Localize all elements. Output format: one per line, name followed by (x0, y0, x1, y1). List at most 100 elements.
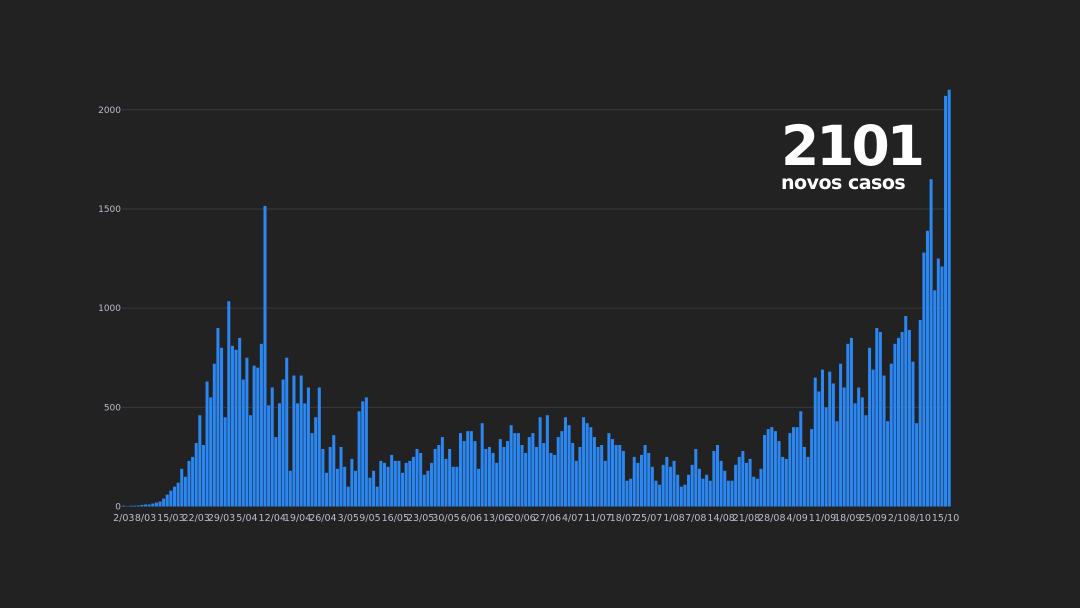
bar (831, 383, 835, 507)
x-tick-label: 7/08 (685, 513, 706, 524)
bar (292, 375, 296, 507)
y-tick-label: 1500 (98, 205, 121, 215)
x-tick-label: 18/07 (610, 513, 637, 524)
bar (444, 458, 448, 507)
bar (516, 433, 520, 507)
bar (433, 448, 437, 507)
bar (238, 337, 242, 507)
bar (553, 454, 557, 507)
bar (679, 486, 683, 507)
bar (285, 357, 289, 507)
bar (194, 443, 198, 507)
bar (397, 460, 401, 507)
bar (828, 371, 832, 507)
x-tick-label: 13/06 (483, 513, 510, 524)
bar (430, 462, 434, 507)
bar (694, 448, 698, 507)
bar (502, 446, 506, 507)
bar (607, 433, 611, 507)
bar (705, 474, 709, 507)
bar (234, 349, 238, 507)
x-tick-label: 2/10 (888, 513, 909, 524)
bar (690, 464, 694, 507)
x-tick-label: 28/08 (758, 513, 785, 524)
bar (353, 470, 358, 507)
bar (451, 466, 455, 507)
bar (647, 452, 651, 507)
bar (726, 480, 730, 507)
bar (868, 347, 872, 507)
bar (687, 474, 691, 507)
x-tick-label: 21/08 (733, 513, 760, 524)
bar (165, 494, 169, 507)
bar (458, 433, 462, 507)
bar (925, 230, 929, 507)
x-tick-label: 16/05 (382, 513, 409, 524)
bar (386, 466, 390, 507)
bar (172, 486, 177, 507)
x-tick-label: 20/06 (508, 513, 535, 524)
y-tick-label: 0 (115, 503, 121, 513)
bar (144, 504, 148, 507)
bar (773, 431, 777, 507)
bar (813, 377, 817, 507)
x-tick-label: 15/10 (932, 513, 959, 524)
latest-cases-callout: 2101 novos casos (781, 116, 925, 194)
x-tick-label: 11/07 (584, 513, 611, 524)
bar (256, 367, 260, 507)
bar (198, 415, 202, 507)
bar (346, 486, 350, 507)
bar (918, 320, 922, 507)
bar (596, 446, 600, 507)
bar (335, 468, 339, 507)
bar (357, 411, 361, 507)
x-tick-label: 3/05 (338, 513, 359, 524)
bar (636, 462, 640, 507)
bar (209, 397, 213, 507)
bar (603, 460, 607, 507)
bar (364, 397, 368, 507)
bar (900, 331, 904, 507)
y-tick-label: 1000 (98, 304, 121, 314)
bar (853, 403, 857, 507)
bar (169, 490, 173, 507)
bar (491, 452, 495, 507)
bar (372, 470, 376, 507)
bar (455, 466, 459, 507)
bar (625, 480, 629, 507)
bar (839, 363, 843, 507)
bar (748, 458, 752, 507)
bar (741, 450, 745, 507)
x-tick-label: 9/05 (359, 513, 380, 524)
bar (629, 478, 633, 507)
bar (889, 363, 893, 507)
bar (600, 445, 604, 507)
bar (582, 417, 586, 507)
bar (752, 476, 756, 507)
bar (882, 375, 886, 507)
bar (513, 433, 517, 507)
bar (419, 452, 423, 507)
bar (556, 437, 560, 507)
bar (158, 501, 162, 507)
x-tick-label: 6/06 (461, 513, 482, 524)
bar (614, 445, 618, 507)
x-tick-label: 14/08 (707, 513, 734, 524)
bar (766, 429, 770, 507)
bar (878, 331, 882, 507)
bar (147, 504, 151, 507)
x-axis-ticks: 2/03 8/03 15/0322/0329/03 5/04 12/0419/0426/… (113, 513, 959, 524)
bar (180, 468, 184, 507)
latest-cases-label: novos casos (781, 172, 906, 194)
bar (915, 423, 919, 507)
bar (390, 454, 394, 507)
bar (201, 445, 205, 507)
bar (792, 427, 796, 507)
bar (509, 425, 513, 507)
bar (661, 464, 665, 507)
x-tick-label: 1/08 (663, 513, 684, 524)
bar (744, 462, 748, 507)
bar (835, 421, 839, 507)
bar (375, 486, 379, 507)
bar (422, 474, 426, 507)
